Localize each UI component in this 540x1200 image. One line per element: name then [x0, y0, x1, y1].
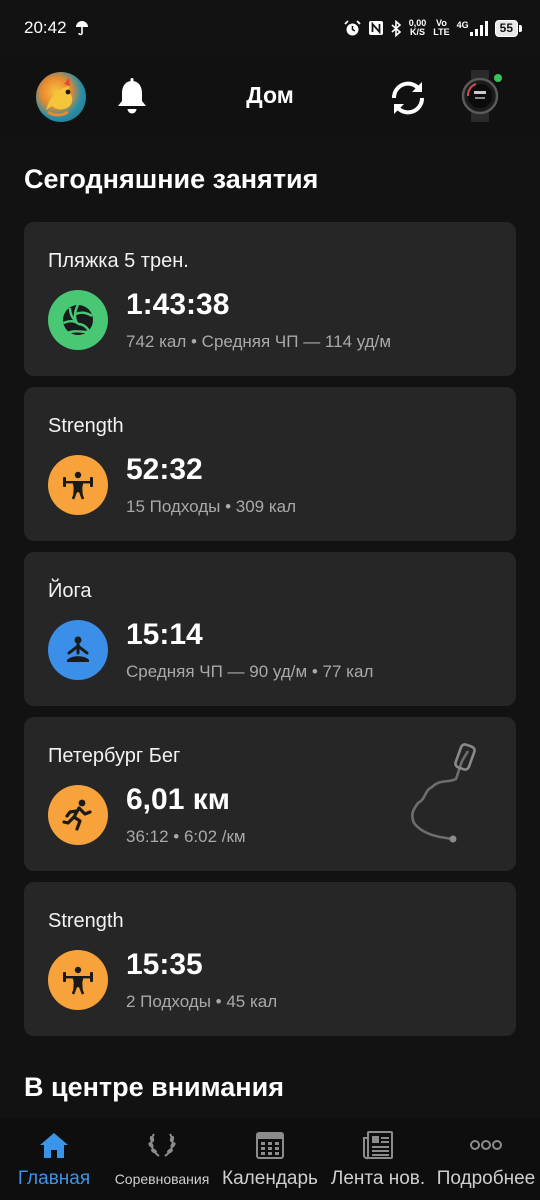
nav-item-competitions[interactable]: Соревнования — [108, 1118, 216, 1200]
activity-details: 36:12 • 6:02 /км — [126, 827, 246, 846]
calendar-icon — [256, 1132, 284, 1159]
nav-item-more[interactable]: Подробнее — [432, 1118, 540, 1200]
activity-icon — [48, 950, 108, 1010]
activity-card-strength[interactable]: Strength 52:32 15 Подходы • 309 кал — [24, 387, 516, 541]
activity-main-value: 52:32 — [126, 453, 203, 486]
weightlifting-icon — [63, 966, 93, 995]
bluetooth-icon — [391, 19, 401, 37]
activity-title: Strength — [48, 415, 124, 437]
spotlight-section-title: В центре внимания — [24, 1072, 284, 1102]
activity-title: Йога — [48, 580, 92, 602]
alarm-icon — [344, 19, 361, 35]
running-icon — [62, 799, 92, 831]
nav-item-calendar[interactable]: Календарь — [216, 1118, 324, 1200]
activity-icon — [48, 785, 108, 845]
activity-card-volleyball[interactable]: Пляжка 5 трен. 1:43:38 742 кал • Средняя… — [24, 222, 516, 376]
top-app-bar: Дом — [0, 56, 540, 138]
activity-details: 2 Подходы • 45 кал — [126, 992, 278, 1011]
activity-details: Средняя ЧП — 90 уд/м • 77 кал — [126, 662, 374, 681]
more-icon — [470, 1140, 502, 1150]
activity-icon — [48, 290, 108, 350]
signal-icon — [469, 20, 488, 36]
laurel-icon — [148, 1133, 176, 1157]
activity-icon — [48, 620, 108, 680]
newsfeed-icon — [363, 1131, 393, 1160]
volte-bottom: LTE — [433, 27, 450, 37]
activity-main-value: 15:14 — [126, 618, 203, 651]
today-section-title: Сегодняшние занятия — [24, 164, 319, 194]
activity-main-value: 15:35 — [126, 948, 203, 981]
page-title: Дом — [246, 82, 294, 108]
net-speed: 0,00 K/S — [409, 19, 427, 37]
battery-indicator: 55 — [494, 19, 523, 37]
bottom-navigation: Главная Соревнования Календарь Лента нов… — [0, 1118, 540, 1200]
activity-details: 15 Подходы • 309 кал — [126, 497, 297, 516]
activity-card-running[interactable]: Петербург Бег 6,01 км 36:12 • 6:02 /км — [24, 717, 516, 871]
nav-item-home[interactable]: Главная — [0, 1118, 108, 1200]
activity-icon — [48, 455, 108, 515]
activity-title: Strength — [48, 910, 124, 932]
activity-main-value: 6,01 км — [126, 783, 230, 816]
nav-label: Подробнее — [436, 1168, 536, 1189]
net-speed-unit: K/S — [410, 27, 426, 37]
nav-item-newsfeed[interactable]: Лента нов. — [324, 1118, 432, 1200]
activity-main-value: 1:43:38 — [126, 288, 230, 321]
yoga-icon — [67, 636, 89, 662]
volte-indicator: Vo LTE — [433, 19, 449, 37]
activity-details: 742 кал • Средняя ЧП — 114 уд/м — [126, 332, 392, 351]
activity-card-yoga[interactable]: Йога 15:14 Средняя ЧП — 90 уд/м • 77 кал — [24, 552, 516, 706]
device-connected-dot — [492, 72, 504, 84]
volleyball-icon — [62, 304, 93, 335]
umbrella-icon — [75, 21, 88, 36]
status-time: 20:42 — [24, 18, 67, 37]
activity-title: Петербург Бег — [48, 745, 181, 767]
activity-title: Пляжка 5 трен. — [48, 250, 189, 272]
nfc-icon — [368, 21, 383, 35]
route-map-thumbnail — [411, 743, 476, 843]
weightlifting-icon — [63, 471, 93, 500]
activity-card-strength-2[interactable]: Strength 15:35 2 Подходы • 45 кал — [24, 882, 516, 1036]
signal-indicator: 4G — [456, 19, 488, 36]
network-type: 4G — [456, 19, 469, 30]
sync-icon[interactable] — [386, 76, 430, 120]
home-icon — [40, 1133, 68, 1158]
status-bar: 20:42 0,00 K/S Vo LTE 4G 55 — [0, 0, 540, 56]
